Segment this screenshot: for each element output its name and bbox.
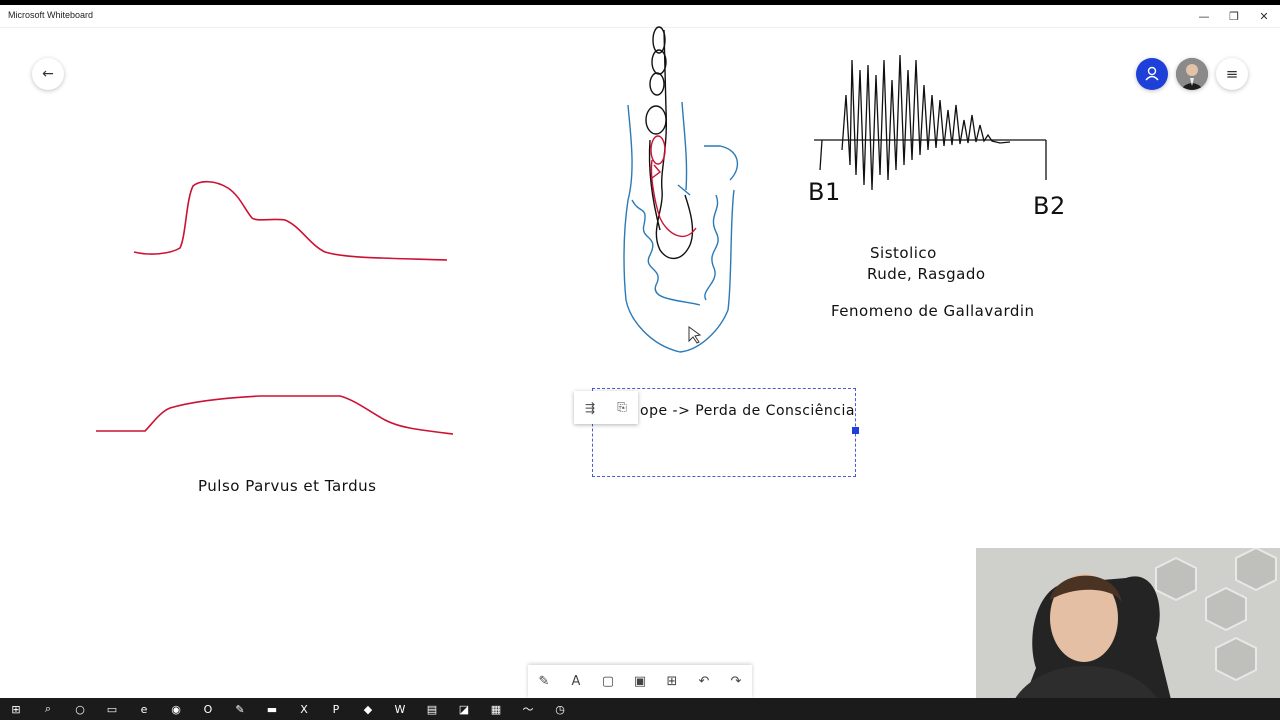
taskbar-calculator-icon[interactable]: ▦ — [480, 698, 512, 720]
paste-icon[interactable]: ⎘ — [606, 391, 638, 424]
pen-icon[interactable]: ✎ — [528, 665, 560, 698]
shape-icon[interactable]: ▢ — [592, 665, 624, 698]
redo-icon[interactable]: ↷ — [720, 665, 752, 698]
taskbar-search-icon[interactable]: ⌕ — [32, 698, 64, 720]
pulse-curve-top — [133, 180, 448, 261]
context-toolbar: ⇶ ⎘ — [574, 391, 638, 424]
taskbar-excel-icon[interactable]: X — [288, 698, 320, 720]
blue-heart-sketch — [623, 101, 739, 353]
textbox-content[interactable]: ope -> Perda de Consciência — [640, 403, 855, 419]
fenomeno-label: Fenomeno de Gallavardin — [831, 302, 1035, 320]
taskbar-task-view-icon[interactable]: ▭ — [96, 698, 128, 720]
taskbar-outlook-icon[interactable]: O — [192, 698, 224, 720]
taskbar-powerpoint-icon[interactable]: P — [320, 698, 352, 720]
taskbar-app2-icon[interactable]: ◪ — [448, 698, 480, 720]
taskbar-app4-icon[interactable]: ◷ — [544, 698, 576, 720]
taskbar-word-icon[interactable]: W — [384, 698, 416, 720]
bottom-toolbar: ✎ A ▢ ▣ ⊞ ↶ ↷ — [528, 665, 752, 698]
sistolico-label: Sistolico — [870, 244, 937, 262]
format-icon[interactable]: ⇶ — [574, 391, 606, 424]
mouse-cursor — [688, 326, 702, 344]
taskbar-notes-icon[interactable]: ✎ — [224, 698, 256, 720]
webcam-person-icon — [976, 548, 1280, 720]
taskbar-app3-icon[interactable]: 〜 — [512, 698, 544, 720]
taskbar-chrome-icon[interactable]: ◉ — [160, 698, 192, 720]
taskbar-app-icon[interactable]: ◆ — [352, 698, 384, 720]
resize-handle[interactable] — [852, 427, 859, 434]
pulse-label: Pulso Parvus et Tardus — [198, 477, 377, 495]
b2-label: B2 — [1033, 192, 1066, 220]
image-icon[interactable]: ▣ — [624, 665, 656, 698]
murmur-waveform — [814, 54, 1047, 191]
insert-icon[interactable]: ⊞ — [656, 665, 688, 698]
taskbar-start-icon[interactable]: ⊞ — [0, 698, 32, 720]
taskbar-files-icon[interactable]: ▬ — [256, 698, 288, 720]
undo-icon[interactable]: ↶ — [688, 665, 720, 698]
taskbar-calc-app-icon[interactable]: ▤ — [416, 698, 448, 720]
rude-label: Rude, Rasgado — [867, 265, 986, 283]
webcam-overlay — [976, 548, 1280, 720]
pulse-curve-bottom — [96, 395, 454, 435]
text-icon[interactable]: A — [560, 665, 592, 698]
taskbar-cortana-icon[interactable]: ○ — [64, 698, 96, 720]
windows-taskbar: ⊞ ⌕ ○ ▭ e ◉ O ✎ ▬ X P ◆ W ▤ ◪ ▦ 〜 ◷ — [0, 698, 1280, 720]
b1-label: B1 — [808, 178, 841, 206]
taskbar-edge-icon[interactable]: e — [128, 698, 160, 720]
